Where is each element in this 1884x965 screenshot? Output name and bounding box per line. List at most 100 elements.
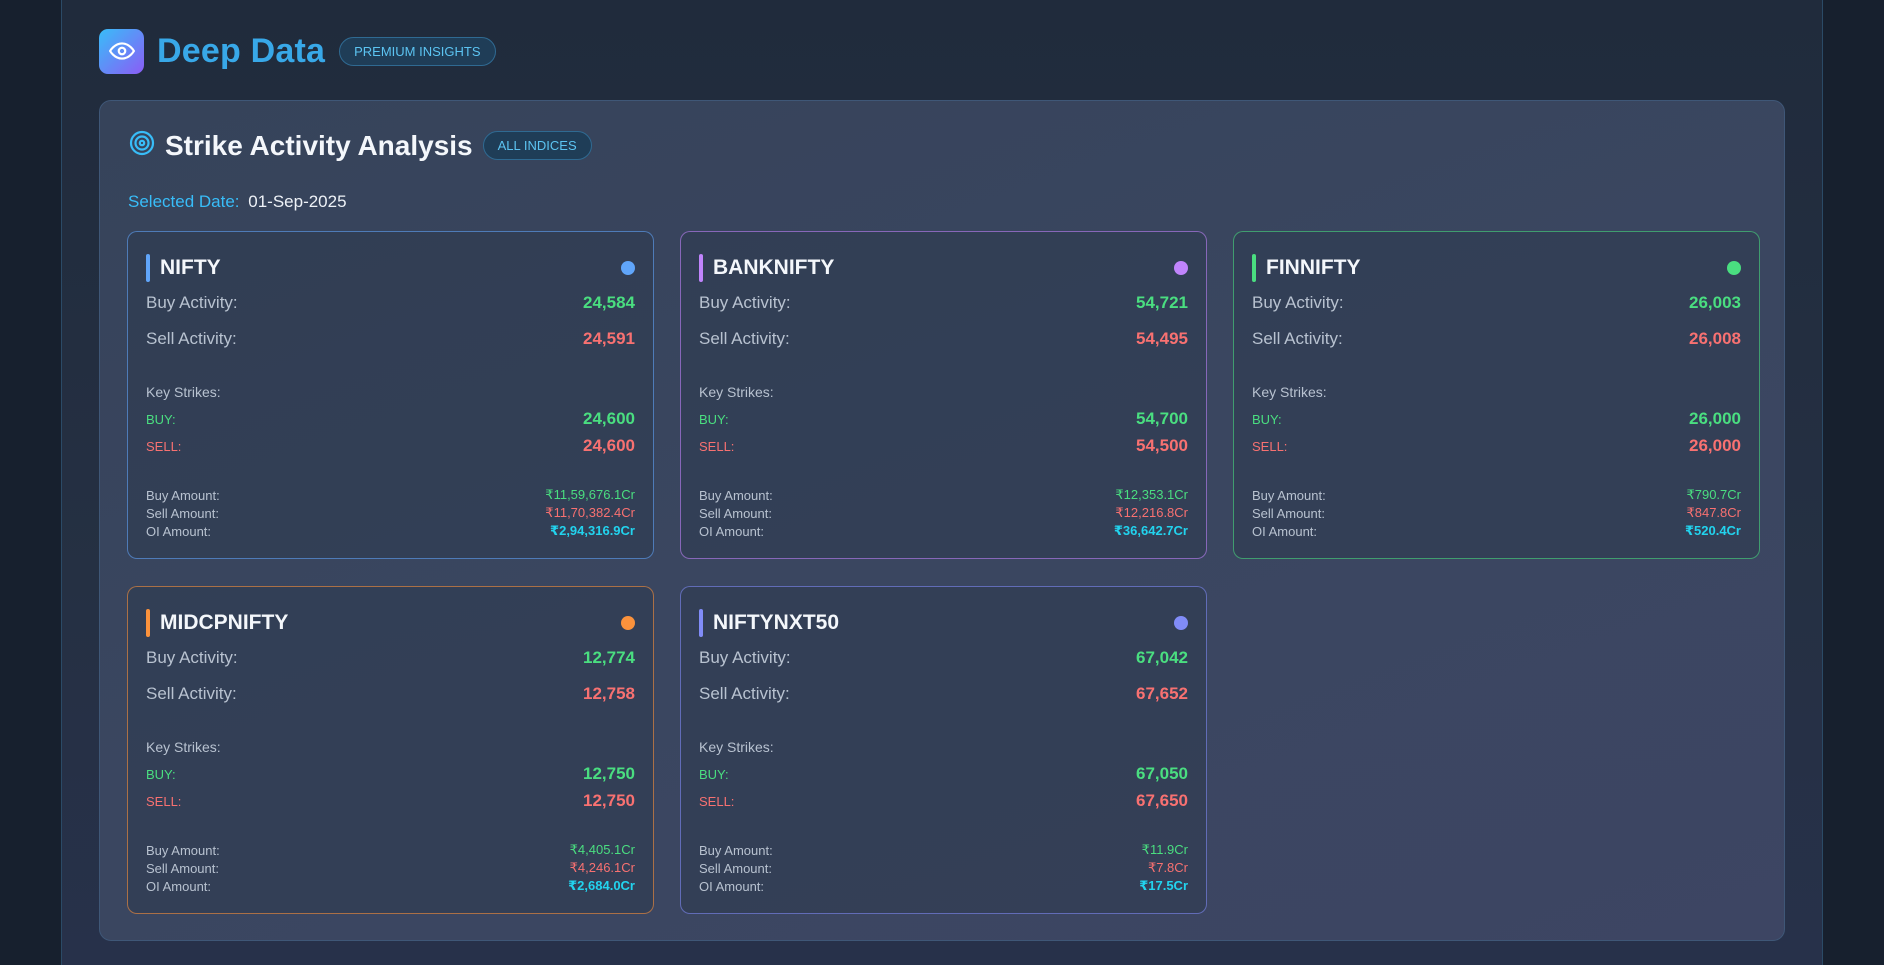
status-dot-icon	[621, 261, 635, 275]
sell-amount-label: Sell Amount:	[146, 860, 219, 876]
buy-amount-row: Buy Amount: ₹11,59,676.1Cr	[146, 487, 635, 503]
oi-amount-value: ₹2,684.0Cr	[568, 878, 635, 893]
sell-amount-row: Sell Amount: ₹7.8Cr	[699, 860, 1188, 876]
buy-amount-label: Buy Amount:	[1252, 487, 1326, 503]
sell-strike-value: 12,750	[583, 791, 635, 810]
buy-amount-value: ₹11.9Cr	[1141, 842, 1188, 857]
sell-strike-row: SELL: 54,500	[699, 436, 1188, 456]
buy-amount-row: Buy Amount: ₹4,405.1Cr	[146, 842, 635, 858]
sell-strike-row: SELL: 67,650	[699, 791, 1188, 811]
buy-strike-value: 26,000	[1689, 409, 1741, 428]
sell-activity-label: Sell Activity:	[699, 684, 790, 703]
buy-activity-row: Buy Activity: 26,003	[1252, 293, 1741, 313]
sell-strike-row: SELL: 12,750	[146, 791, 635, 811]
oi-amount-row: OI Amount: ₹17.5Cr	[699, 878, 1188, 894]
date-value: 01-Sep-2025	[248, 192, 347, 211]
buy-amount-value: ₹790.7Cr	[1686, 487, 1741, 502]
sell-activity-label: Sell Activity:	[146, 329, 237, 348]
card-accent-bar	[146, 609, 150, 637]
sell-activity-row: Sell Activity: 67,652	[699, 684, 1188, 704]
buy-activity-label: Buy Activity:	[146, 648, 238, 667]
buy-amount-value: ₹4,405.1Cr	[569, 842, 635, 857]
sell-activity-row: Sell Activity: 26,008	[1252, 329, 1741, 349]
sell-amount-row: Sell Amount: ₹11,70,382.4Cr	[146, 505, 635, 521]
sell-strike-label: SELL:	[1252, 438, 1288, 454]
buy-strike-value: 12,750	[583, 764, 635, 783]
buy-strike-label: BUY:	[146, 766, 176, 782]
sell-amount-value: ₹12,216.8Cr	[1115, 505, 1188, 520]
sell-activity-label: Sell Activity:	[699, 329, 790, 348]
oi-amount-value: ₹17.5Cr	[1139, 878, 1188, 893]
sell-activity-row: Sell Activity: 54,495	[699, 329, 1188, 349]
oi-amount-value: ₹520.4Cr	[1684, 523, 1741, 538]
card-accent-bar	[1252, 254, 1256, 282]
buy-strike-label: BUY:	[1252, 411, 1282, 427]
panel-title: Strike Activity Analysis	[165, 129, 473, 161]
sell-strike-value: 24,600	[583, 436, 635, 455]
buy-activity-row: Buy Activity: 24,584	[146, 293, 635, 313]
sell-amount-value: ₹7.8Cr	[1147, 860, 1188, 875]
buy-activity-label: Buy Activity:	[146, 293, 238, 312]
panel-header: Strike Activity Analysis ALL INDICES	[128, 129, 592, 162]
buy-amount-label: Buy Amount:	[699, 842, 773, 858]
sell-activity-label: Sell Activity:	[1252, 329, 1343, 348]
buy-amount-label: Buy Amount:	[146, 842, 220, 858]
card-title: FINNIFTY	[1266, 256, 1361, 279]
buy-activity-value: 26,003	[1689, 293, 1741, 312]
card-title: BANKNIFTY	[713, 256, 835, 279]
app-header: Deep Data PREMIUM INSIGHTS	[99, 28, 496, 74]
index-card-finnifty[interactable]: FINNIFTY Buy Activity: 26,003 Sell Activ…	[1233, 231, 1760, 559]
sell-amount-value: ₹4,246.1Cr	[569, 860, 635, 875]
buy-activity-label: Buy Activity:	[699, 648, 791, 667]
oi-amount-label: OI Amount:	[146, 523, 212, 539]
oi-amount-row: OI Amount: ₹36,642.7Cr	[699, 523, 1188, 539]
buy-activity-value: 12,774	[583, 648, 635, 667]
key-strikes-row: Key Strikes:	[699, 739, 1188, 755]
oi-amount-row: OI Amount: ₹520.4Cr	[1252, 523, 1741, 539]
index-card-niftynxt50[interactable]: NIFTYNXT50 Buy Activity: 67,042 Sell Act…	[680, 586, 1207, 914]
oi-amount-label: OI Amount:	[699, 878, 765, 894]
oi-amount-value: ₹2,94,316.9Cr	[550, 523, 635, 538]
buy-amount-label: Buy Amount:	[146, 487, 220, 503]
buy-amount-value: ₹11,59,676.1Cr	[545, 487, 635, 502]
card-header: NIFTYNXT50	[699, 609, 1188, 637]
sell-amount-label: Sell Amount:	[1252, 505, 1325, 521]
sell-strike-value: 54,500	[1136, 436, 1188, 455]
sell-amount-label: Sell Amount:	[699, 860, 772, 876]
buy-amount-value: ₹12,353.1Cr	[1115, 487, 1188, 502]
buy-activity-row: Buy Activity: 67,042	[699, 648, 1188, 668]
sell-amount-row: Sell Amount: ₹847.8Cr	[1252, 505, 1741, 521]
buy-amount-row: Buy Amount: ₹12,353.1Cr	[699, 487, 1188, 503]
sell-activity-row: Sell Activity: 24,591	[146, 329, 635, 349]
eye-icon[interactable]	[99, 28, 144, 74]
indices-badge[interactable]: ALL INDICES	[482, 131, 592, 160]
key-strikes-label: Key Strikes:	[1252, 384, 1327, 400]
sell-amount-row: Sell Amount: ₹4,246.1Cr	[146, 860, 635, 876]
index-card-banknifty[interactable]: BANKNIFTY Buy Activity: 54,721 Sell Acti…	[680, 231, 1207, 559]
sell-activity-value: 24,591	[583, 329, 635, 348]
sell-strike-label: SELL:	[146, 438, 182, 454]
buy-strike-label: BUY:	[699, 411, 729, 427]
oi-amount-row: OI Amount: ₹2,94,316.9Cr	[146, 523, 635, 539]
oi-amount-label: OI Amount:	[1252, 523, 1318, 539]
status-dot-icon	[621, 616, 635, 630]
strike-activity-panel: Strike Activity Analysis ALL INDICES Sel…	[99, 100, 1785, 941]
sell-strike-label: SELL:	[699, 793, 735, 809]
key-strikes-row: Key Strikes:	[146, 384, 635, 400]
buy-activity-value: 67,042	[1136, 648, 1188, 667]
sell-activity-value: 12,758	[583, 684, 635, 703]
date-label: Selected Date:	[128, 192, 240, 211]
buy-strike-row: BUY: 26,000	[1252, 409, 1741, 429]
oi-amount-label: OI Amount:	[699, 523, 765, 539]
index-card-midcpnifty[interactable]: MIDCPNIFTY Buy Activity: 12,774 Sell Act…	[127, 586, 654, 914]
index-card-nifty[interactable]: NIFTY Buy Activity: 24,584 Sell Activity…	[127, 231, 654, 559]
status-dot-icon	[1174, 616, 1188, 630]
card-header: BANKNIFTY	[699, 254, 1188, 282]
buy-strike-row: BUY: 67,050	[699, 764, 1188, 784]
sell-strike-label: SELL:	[699, 438, 735, 454]
sell-amount-label: Sell Amount:	[699, 505, 772, 521]
key-strikes-label: Key Strikes:	[146, 384, 221, 400]
sell-amount-row: Sell Amount: ₹12,216.8Cr	[699, 505, 1188, 521]
buy-strike-value: 54,700	[1136, 409, 1188, 428]
oi-amount-row: OI Amount: ₹2,684.0Cr	[146, 878, 635, 894]
